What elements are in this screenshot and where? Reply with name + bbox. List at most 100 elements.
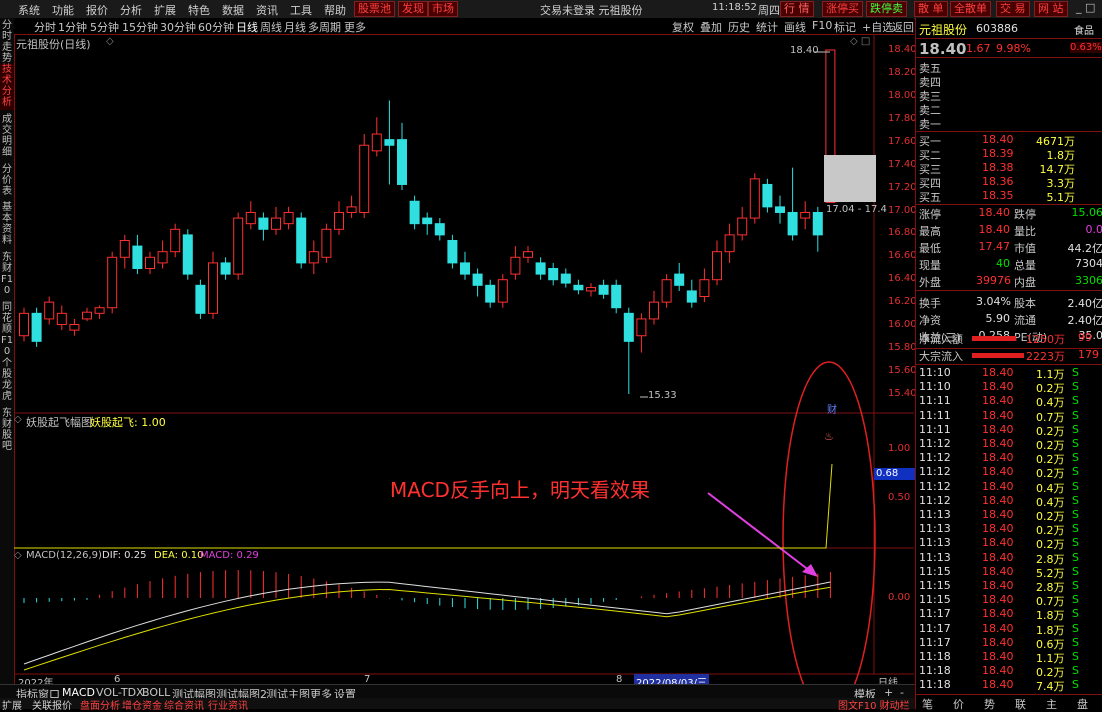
chart-settings-icon[interactable]: ◇: [106, 36, 114, 47]
bottom-f10-status[interactable]: 图文F10 财动栏: [838, 697, 910, 712]
tab-profile[interactable]: 基本资料: [0, 202, 14, 248]
menu-feature[interactable]: 特色: [188, 2, 210, 18]
trade-button[interactable]: 交 易: [996, 1, 1030, 17]
period-60min[interactable]: 60分钟: [198, 19, 234, 35]
ind1-signal-icon: ♨: [824, 430, 834, 443]
all-odd-lot-button[interactable]: 全散单: [950, 1, 991, 17]
candle: [157, 251, 168, 264]
tab-intraday[interactable]: 分时走势: [0, 20, 14, 64]
limit-up-buy-button[interactable]: 涨停买: [822, 1, 863, 17]
menu-news[interactable]: 资讯: [256, 2, 278, 18]
sell-row: 卖五: [916, 60, 1102, 75]
restore-rights-button[interactable]: 复权: [672, 19, 694, 35]
menu-quote[interactable]: 报价: [86, 2, 108, 18]
ind1-settings-icon[interactable]: ◇: [14, 414, 22, 425]
period-multi[interactable]: 多周期: [308, 19, 341, 35]
tick-row: 11:15 18.40 5.2万 S: [916, 565, 1102, 580]
draw-line-button[interactable]: 画线: [784, 19, 806, 35]
chart-area[interactable]: 元祖股份(日线) ◇ 18.40 18.20 18.00 17.80 17.60 17.4…: [14, 34, 917, 689]
period-1min[interactable]: 1分钟: [58, 19, 87, 35]
tab-price-table[interactable]: 分价表: [0, 164, 14, 198]
candle: [447, 239, 458, 264]
tab-ths-f10[interactable]: 同花顺F10: [0, 302, 14, 357]
period-monthly[interactable]: 月线: [284, 19, 306, 35]
chart-title: 元祖股份(日线): [16, 38, 91, 51]
tab-stock-forum[interactable]: 东财股吧: [0, 408, 14, 454]
menu-help[interactable]: 帮助: [324, 2, 346, 18]
tab-eastmoney-f10[interactable]: 东财F10: [0, 252, 14, 298]
quote-bottom-tab[interactable]: 联: [1015, 696, 1026, 712]
menu-analysis[interactable]: 分析: [120, 2, 142, 18]
menu-system[interactable]: 系统: [18, 2, 40, 18]
add-favorite-button[interactable]: +自选: [862, 19, 893, 35]
menu-data[interactable]: 数据: [222, 2, 244, 18]
period-more[interactable]: 更多: [344, 19, 366, 35]
tab-technical[interactable]: 技术分析: [0, 64, 14, 110]
tick-side: S: [1072, 621, 1079, 635]
stats-button[interactable]: 统计: [756, 19, 778, 35]
market-button[interactable]: 市场: [428, 1, 458, 17]
tick-row: 11:11 18.40 0.4万 S: [916, 394, 1102, 409]
tab-dragon-tiger[interactable]: 个股龙虎: [0, 358, 14, 404]
menu-tools[interactable]: 工具: [290, 2, 312, 18]
stock-pool-button[interactable]: 股票池: [354, 1, 395, 17]
tick-side: S: [1072, 408, 1079, 422]
stat-value: 18.40: [978, 223, 1011, 236]
menu-extend[interactable]: 扩展: [154, 2, 176, 18]
macd-settings-icon[interactable]: ◇: [14, 550, 22, 561]
overlay-button[interactable]: 叠加: [700, 19, 722, 35]
bottom-industry-news[interactable]: 行业资讯: [208, 697, 248, 712]
limit-down-sell-button[interactable]: 跌停卖: [866, 1, 907, 17]
stat-label: 市值: [1014, 242, 1036, 255]
tick-price: 18.40: [982, 635, 1014, 649]
period-daily[interactable]: 日线: [236, 19, 258, 35]
quote-bottom-tab[interactable]: 主: [1046, 696, 1057, 712]
tick-volume: 7.4万: [1036, 680, 1065, 694]
history-button[interactable]: 历史: [728, 19, 750, 35]
price-tick: 16.80: [888, 227, 917, 239]
flow-row: 净流入额 1250万 99: [916, 331, 1102, 348]
back-button[interactable]: 返回: [892, 19, 914, 35]
stat-value: 3.04%: [976, 295, 1011, 308]
period-tick[interactable]: 分时: [34, 19, 56, 35]
bottom-composite-news[interactable]: 综合资讯: [164, 697, 204, 712]
candle: [649, 301, 659, 320]
price-tick: 17.60: [888, 135, 917, 147]
tick-time: 11:12: [919, 465, 951, 479]
stat-label: 最低: [919, 242, 941, 255]
f10-button[interactable]: F10: [812, 19, 832, 32]
quote-bottom-tab[interactable]: 势: [984, 696, 995, 712]
quote-bottom-tab[interactable]: 价: [953, 696, 964, 712]
quote-tab-button[interactable]: 行 情: [780, 1, 814, 17]
period-weekly[interactable]: 周线: [260, 19, 282, 35]
bottom-board-analysis[interactable]: 盘面分析: [80, 697, 120, 712]
ind1-current-value: 0.68: [874, 468, 916, 480]
chart-diamond-icon[interactable]: ◇ □: [850, 36, 870, 47]
candle: [749, 178, 760, 219]
period-30min[interactable]: 30分钟: [160, 19, 196, 35]
quote-bottom-tab[interactable]: 笔: [922, 696, 933, 712]
price-tick: 17.80: [888, 112, 917, 124]
bottom-add-capital[interactable]: 增仓资金: [122, 697, 162, 712]
price-tick: 17.40: [888, 158, 917, 170]
odd-lot-button[interactable]: 散 单: [914, 1, 948, 17]
tick-row: 11:11 18.40 0.2万 S: [916, 423, 1102, 438]
price-row: 18.40 1.67 9.98% 0.63%: [916, 39, 1102, 58]
period-15min[interactable]: 15分钟: [122, 19, 158, 35]
price-tick: 18.20: [888, 66, 917, 78]
tab-trade-detail[interactable]: 成交明细: [0, 114, 14, 160]
mark-button[interactable]: 标记: [834, 19, 856, 35]
quote-bottom-tab[interactable]: 盘: [1077, 696, 1088, 712]
flow-value: 2223万: [1026, 350, 1065, 363]
tick-price: 18.40: [982, 593, 1014, 607]
candle: [359, 144, 370, 213]
discover-button[interactable]: 发现: [398, 1, 428, 17]
bottom-related-quote[interactable]: 关联报价: [32, 697, 72, 712]
candle: [762, 183, 773, 208]
period-5min[interactable]: 5分钟: [90, 19, 119, 35]
menu-function[interactable]: 功能: [52, 2, 74, 18]
bottom-extend[interactable]: 扩展: [2, 697, 22, 712]
sell-row: 卖四: [916, 74, 1102, 89]
website-button[interactable]: 网 站: [1034, 1, 1068, 17]
buy-row: 买四 18.36 3.3万: [916, 175, 1102, 190]
